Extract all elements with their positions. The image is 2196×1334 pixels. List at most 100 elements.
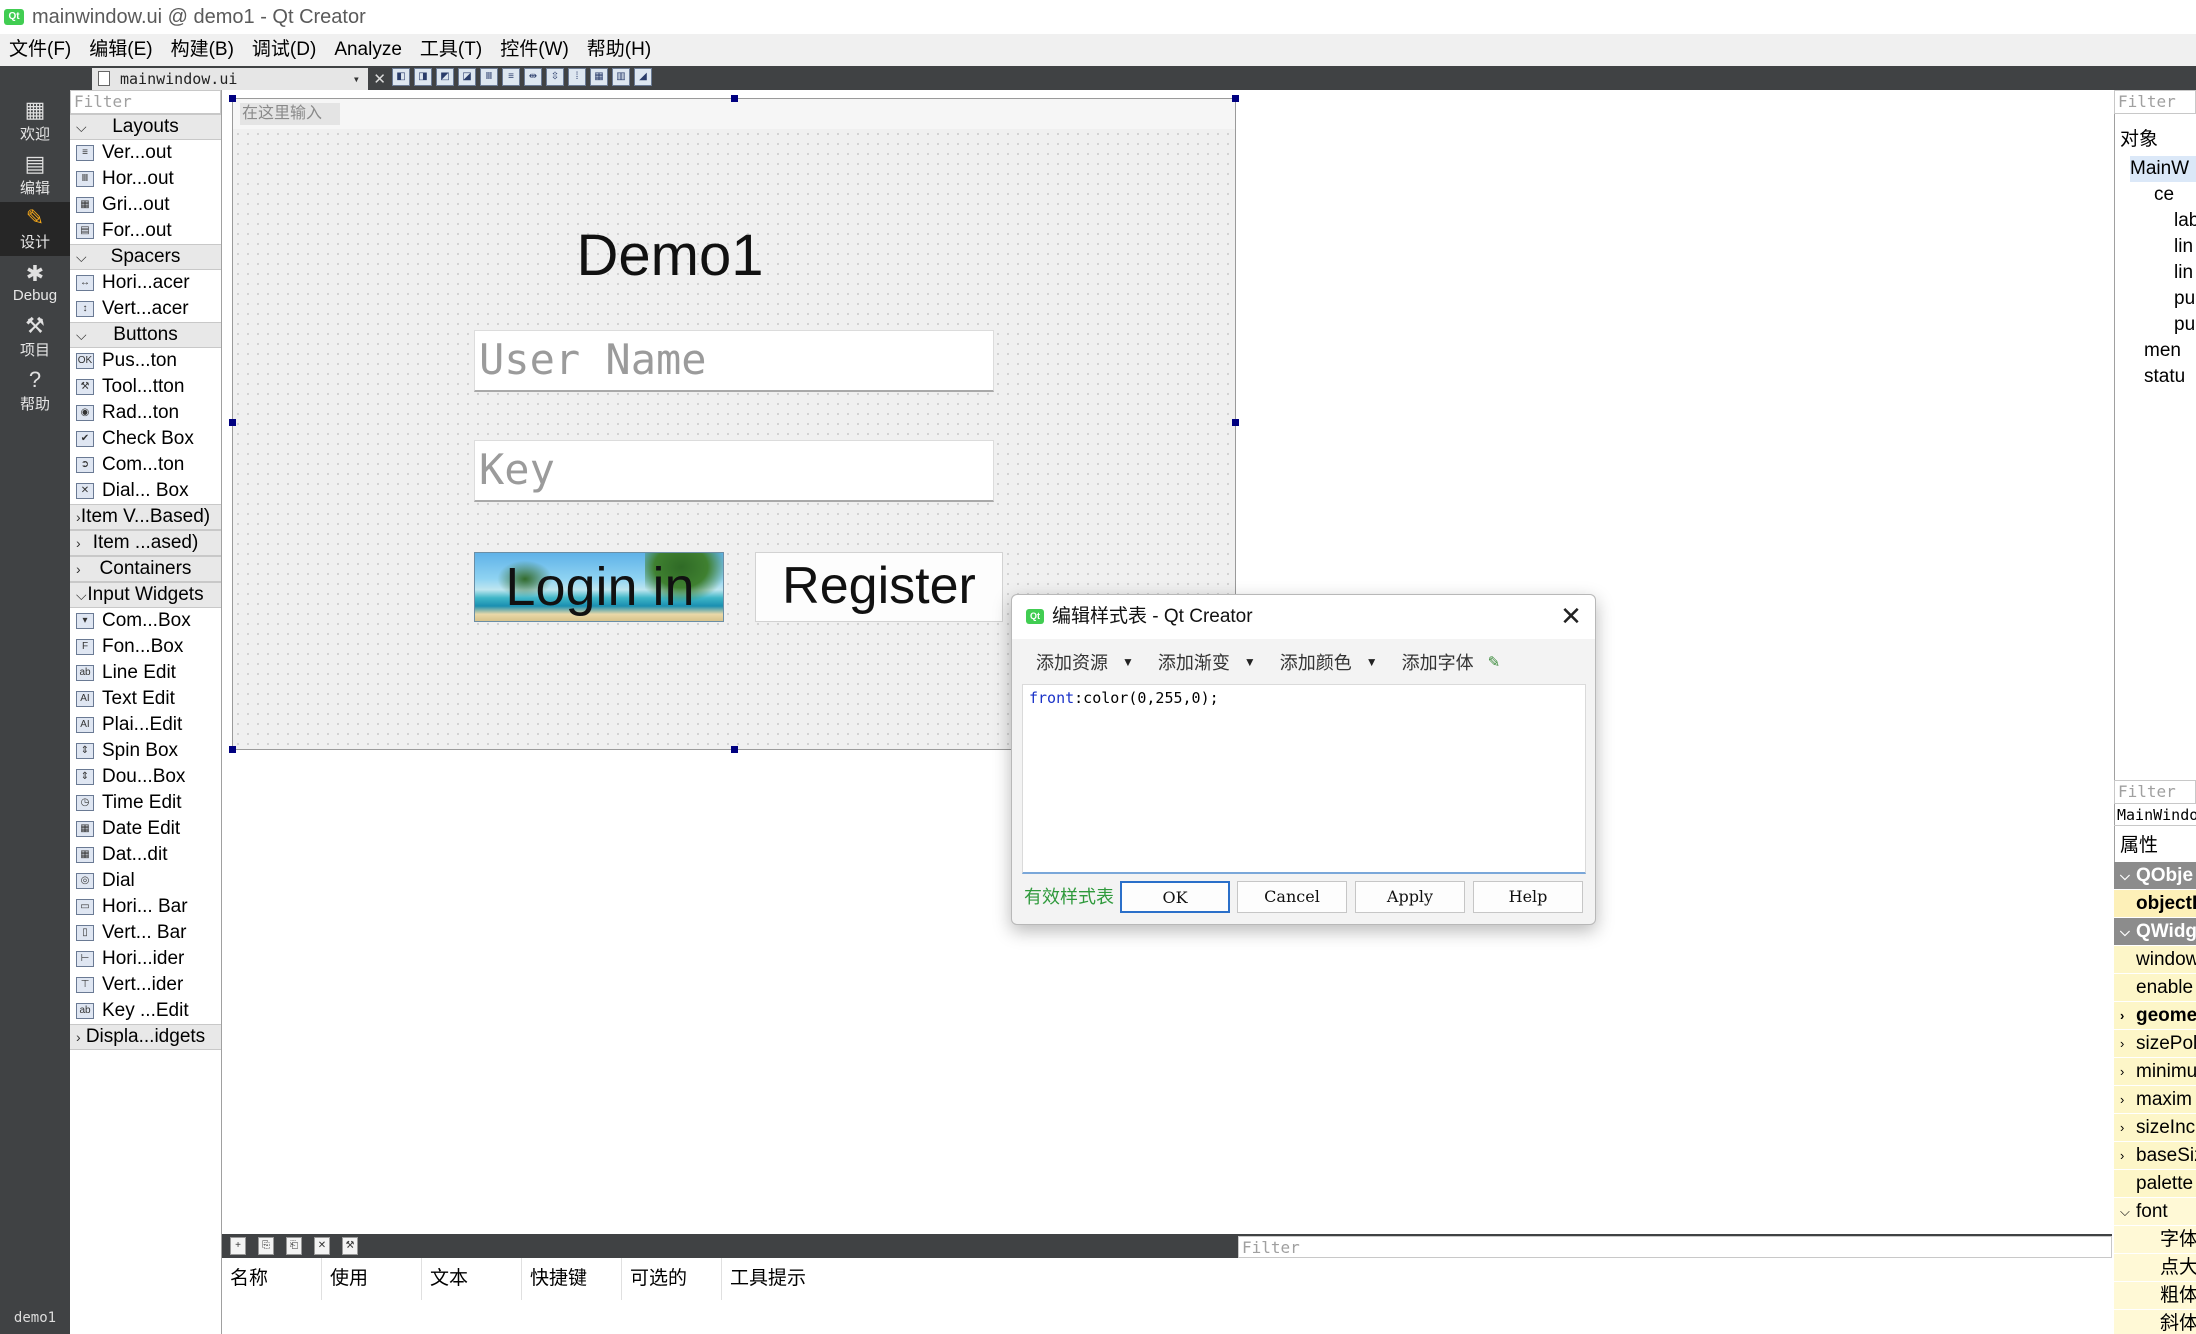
property-row[interactable]: ⌵ font — [2114, 1198, 2196, 1226]
property-row[interactable]: objectI — [2114, 890, 2196, 918]
resize-handle[interactable] — [1232, 95, 1239, 102]
paste-action-icon[interactable]: ⎗ — [286, 1237, 302, 1255]
menu-debug[interactable]: 调试(D) — [243, 34, 325, 66]
property-row[interactable]: enable — [2114, 974, 2196, 1002]
property-row[interactable]: › maxim — [2114, 1086, 2196, 1114]
break-layout-icon[interactable]: ▥ — [612, 68, 630, 86]
object-filter-input[interactable]: Filter — [2114, 90, 2196, 114]
layout-splitter-h-icon[interactable]: ⇹ — [524, 68, 542, 86]
widget-item[interactable]: ↔ Hori...acer — [70, 270, 221, 296]
widget-item[interactable]: ⚒ Tool...tton — [70, 374, 221, 400]
menu-analyze[interactable]: Analyze — [325, 34, 411, 66]
resize-handle[interactable] — [229, 95, 236, 102]
adjust-size-icon[interactable]: ◢ — [634, 68, 652, 86]
widget-filter-input[interactable]: Filter — [70, 90, 221, 114]
widget-item[interactable]: ◎ Dial — [70, 868, 221, 894]
widget-item[interactable]: ▭ Hori... Bar — [70, 894, 221, 920]
menu-help[interactable]: 帮助(H) — [578, 34, 660, 66]
edit-tab-order-icon[interactable]: ◪ — [458, 68, 476, 86]
widget-item[interactable]: ↕ Vert...acer — [70, 296, 221, 322]
widget-item[interactable]: ➲ Com...ton — [70, 452, 221, 478]
widget-item[interactable]: ▾ Com...Box — [70, 608, 221, 634]
object-tree-row[interactable]: statu — [2144, 364, 2196, 390]
menu-build[interactable]: 构建(B) — [162, 34, 243, 66]
action-filter-input[interactable]: Filter — [1238, 1236, 2112, 1258]
copy-action-icon[interactable]: ⎘ — [258, 1237, 274, 1255]
property-filter-input[interactable]: Filter — [2114, 780, 2196, 804]
delete-action-icon[interactable]: ✕ — [314, 1237, 330, 1255]
layout-form-icon[interactable]: ⁞ — [568, 68, 586, 86]
ok-button[interactable]: OK — [1120, 881, 1230, 913]
widget-item[interactable]: ⇕ Dou...Box — [70, 764, 221, 790]
column-used[interactable]: 使用 — [322, 1258, 422, 1300]
object-tree-row[interactable]: ce — [2154, 182, 2196, 208]
add-font-button[interactable]: 添加字体 ✎ — [1388, 649, 1511, 675]
property-section[interactable]: ⌵ QObje — [2114, 862, 2196, 890]
layout-horizontal-icon[interactable]: Ⅲ — [480, 68, 498, 86]
widget-category[interactable]: ⌵ Spacers — [70, 244, 221, 270]
widget-item[interactable]: ⊢ Hori...ider — [70, 946, 221, 972]
widget-item[interactable]: ≡ Ver...out — [70, 140, 221, 166]
widget-item[interactable]: ab Key ...Edit — [70, 998, 221, 1024]
login-button[interactable]: Login in — [474, 552, 724, 622]
widget-item[interactable]: ◉ Rad...ton — [70, 400, 221, 426]
resize-handle[interactable] — [731, 746, 738, 753]
column-shortcut[interactable]: 快捷键 — [522, 1258, 622, 1300]
editor-document-tab[interactable]: mainwindow.ui ▾ ✕ — [92, 68, 386, 90]
object-tree-row[interactable]: pu — [2174, 312, 2196, 338]
resize-handle[interactable] — [229, 419, 236, 426]
mode-help[interactable]: ? 帮助 — [0, 364, 70, 418]
mode-debug[interactable]: ✱ Debug — [0, 256, 70, 310]
layout-vertical-icon[interactable]: ≡ — [502, 68, 520, 86]
mode-edit[interactable]: ▤ 编辑 — [0, 148, 70, 202]
add-gradient-button[interactable]: 添加渐变 ▼ — [1144, 649, 1266, 675]
menu-widgets[interactable]: 控件(W) — [491, 34, 578, 66]
configure-icon[interactable]: ⚒ — [342, 1237, 358, 1255]
widget-item[interactable]: ▦ Dat...dit — [70, 842, 221, 868]
layout-grid-icon[interactable]: ▦ — [590, 68, 608, 86]
help-button[interactable]: Help — [1473, 881, 1583, 913]
widget-item[interactable]: OK Pus...ton — [70, 348, 221, 374]
widget-item[interactable]: ▦ Date Edit — [70, 816, 221, 842]
menu-tools[interactable]: 工具(T) — [411, 34, 491, 66]
widget-item[interactable]: ▯ Vert... Bar — [70, 920, 221, 946]
mode-welcome[interactable]: ▦ 欢迎 — [0, 94, 70, 148]
property-row[interactable]: › sizePol — [2114, 1030, 2196, 1058]
resize-handle[interactable] — [731, 95, 738, 102]
key-line-edit[interactable]: Key — [474, 440, 994, 502]
widget-item[interactable]: ✕ Dial... Box — [70, 478, 221, 504]
form-menu-placeholder[interactable]: 在这里输入 — [240, 103, 340, 125]
property-row[interactable]: › minimu — [2114, 1058, 2196, 1086]
edit-buddies-icon[interactable]: ◩ — [436, 68, 454, 86]
column-checkable[interactable]: 可选的 — [622, 1258, 722, 1300]
menu-file[interactable]: 文件(F) — [0, 34, 80, 66]
property-row[interactable]: › geome — [2114, 1002, 2196, 1030]
object-tree-row[interactable]: lin — [2174, 260, 2196, 286]
widget-item[interactable]: ▤ For...out — [70, 218, 221, 244]
widget-item[interactable]: ⊤ Vert...ider — [70, 972, 221, 998]
new-action-icon[interactable]: + — [230, 1237, 246, 1255]
widget-category[interactable]: › Containers — [70, 556, 221, 582]
widget-category[interactable]: ⌵ Buttons — [70, 322, 221, 348]
stylesheet-editor[interactable]: front:color(0,255,0); — [1022, 684, 1586, 874]
property-row[interactable]: › sizeInc — [2114, 1114, 2196, 1142]
object-tree-row[interactable]: lab — [2174, 208, 2196, 234]
add-resource-button[interactable]: 添加资源 ▼ — [1022, 649, 1144, 675]
property-row[interactable]: 粗体 — [2114, 1282, 2196, 1310]
widget-item[interactable]: AI Text Edit — [70, 686, 221, 712]
chevron-down-icon[interactable]: ▾ — [353, 68, 360, 90]
apply-button[interactable]: Apply — [1355, 881, 1465, 913]
property-row[interactable]: 字体 — [2114, 1226, 2196, 1254]
close-icon[interactable]: ✕ — [1556, 601, 1586, 631]
widget-item[interactable]: ⇕ Spin Box — [70, 738, 221, 764]
widget-item[interactable]: ab Line Edit — [70, 660, 221, 686]
property-row[interactable]: › baseSiz — [2114, 1142, 2196, 1170]
column-tooltip[interactable]: 工具提示 — [722, 1258, 862, 1300]
widget-category[interactable]: ⌵ Layouts — [70, 114, 221, 140]
widget-item[interactable]: AI Plai...Edit — [70, 712, 221, 738]
resize-handle[interactable] — [229, 746, 236, 753]
widget-item[interactable]: ◷ Time Edit — [70, 790, 221, 816]
widget-category[interactable]: › Item ...ased) — [70, 530, 221, 556]
widget-category[interactable]: › Displa...idgets — [70, 1024, 221, 1050]
object-tree-row[interactable]: men — [2144, 338, 2196, 364]
